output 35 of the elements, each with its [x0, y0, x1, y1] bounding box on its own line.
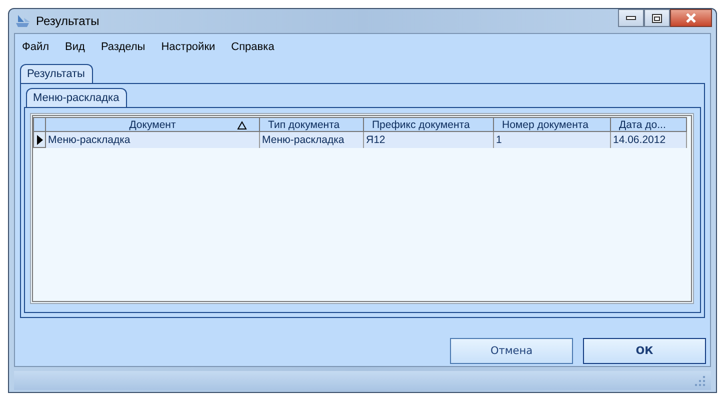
column-title: Номер документа: [502, 118, 588, 130]
app-icon: [15, 13, 31, 29]
ok-button[interactable]: ОК: [583, 338, 706, 364]
minimize-button[interactable]: [618, 9, 644, 27]
table-cell: Меню-раскладка: [260, 132, 364, 148]
cancel-button[interactable]: Отмена: [450, 338, 573, 364]
column-header[interactable]: Префикс документа: [364, 117, 494, 132]
current-row-icon: [36, 134, 42, 144]
close-button[interactable]: [670, 9, 712, 27]
table-cell: Я12: [364, 132, 494, 148]
menu-item[interactable]: Вид: [57, 39, 93, 55]
column-header[interactable]: Дата до...: [611, 117, 687, 132]
column-title: Документ: [129, 118, 176, 130]
maximize-button[interactable]: [644, 9, 670, 27]
column-title: Дата до...: [619, 118, 666, 130]
column-header[interactable]: Номер документа: [494, 117, 611, 132]
tab[interactable]: Результаты: [20, 64, 93, 83]
minimize-icon: [626, 16, 636, 20]
window-title: Результаты: [36, 14, 100, 28]
column-header[interactable]: Тип документа: [260, 117, 364, 132]
menu-item[interactable]: Разделы: [92, 39, 154, 55]
resize-grip-icon: [695, 376, 705, 386]
menu-item[interactable]: Настройки: [153, 39, 224, 55]
menu-item[interactable]: Справка: [223, 39, 282, 55]
close-icon: [685, 13, 697, 23]
table-cell: 14.06.2012: [611, 132, 687, 148]
column-header[interactable]: Документ: [46, 117, 260, 132]
column-title: Тип документа: [268, 118, 340, 130]
table-cell: 1: [494, 132, 611, 148]
sort-ascending-icon: [237, 121, 247, 130]
menu-item[interactable]: Файл: [20, 39, 58, 55]
tab[interactable]: Меню-раскладка: [26, 88, 128, 107]
maximize-icon: [652, 14, 662, 22]
column-title: Префикс документа: [372, 118, 470, 130]
table-cell: Меню-раскладка: [46, 132, 260, 148]
